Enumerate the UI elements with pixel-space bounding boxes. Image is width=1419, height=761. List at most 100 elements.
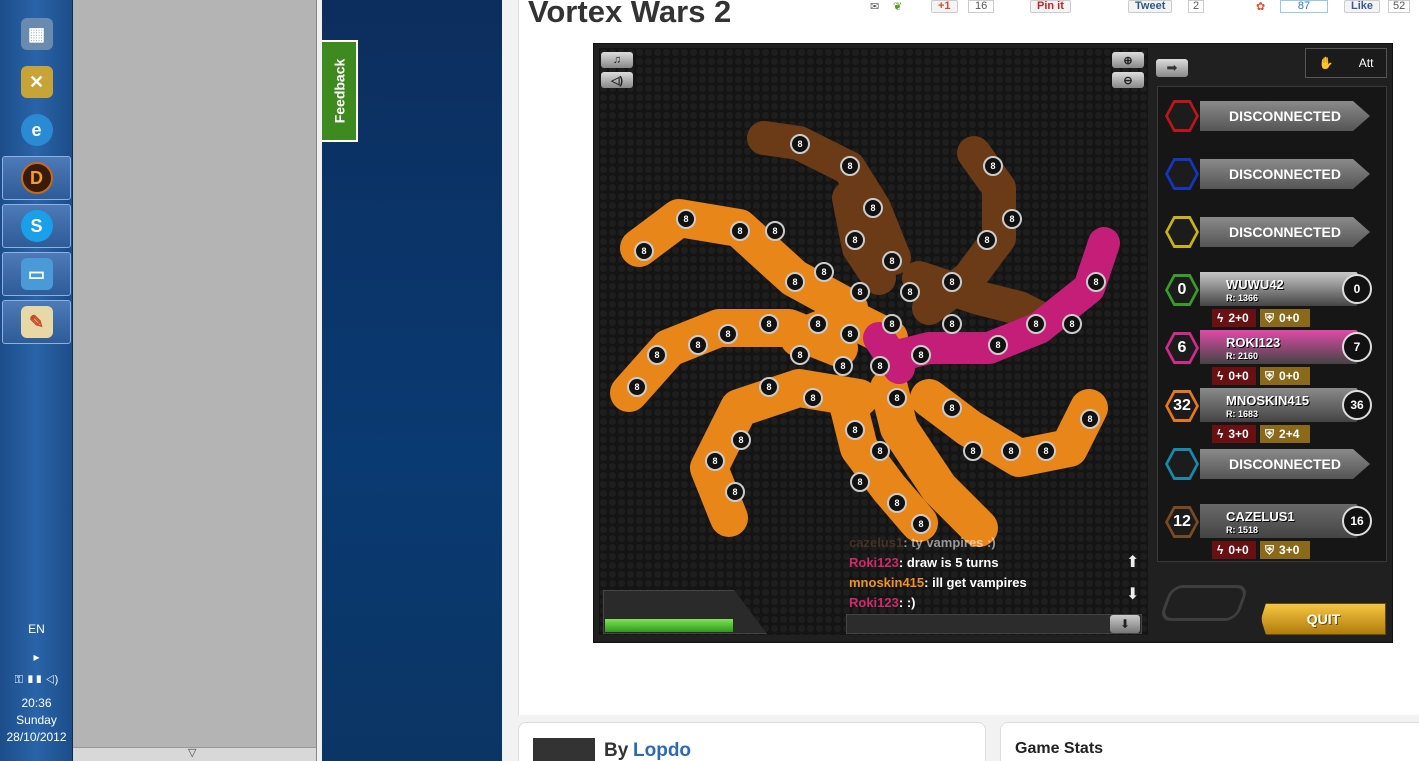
- player-name[interactable]: WUWU42: [1226, 277, 1284, 292]
- unit-token[interactable]: 8: [845, 420, 865, 440]
- favorite-icon[interactable]: ❦: [893, 0, 902, 13]
- clock-time[interactable]: 20:36: [0, 696, 73, 710]
- unit-token[interactable]: 8: [759, 377, 779, 397]
- unit-token[interactable]: 8: [627, 377, 647, 397]
- unit-token[interactable]: 8: [977, 230, 997, 250]
- territory-count: [1168, 219, 1196, 245]
- unit-token[interactable]: 8: [882, 251, 902, 271]
- unit-token[interactable]: 8: [963, 441, 983, 461]
- email-share-icon[interactable]: ✉: [870, 0, 879, 13]
- attack-value: 2+0: [1228, 311, 1249, 325]
- unit-token[interactable]: 8: [634, 241, 654, 261]
- panel-arrow-button[interactable]: ➡: [1156, 59, 1188, 77]
- territory-count: 6: [1168, 335, 1196, 361]
- unit-token[interactable]: 8: [942, 314, 962, 334]
- attack-stat: ϟ 0+0: [1212, 541, 1256, 559]
- unit-token[interactable]: 8: [988, 335, 1008, 355]
- zoom-out-icon[interactable]: ⊖: [1112, 72, 1144, 88]
- sound-toggle-icon[interactable]: ◁): [601, 72, 633, 88]
- diablo-icon[interactable]: D: [2, 156, 71, 200]
- unit-token[interactable]: 8: [911, 345, 931, 365]
- control-panel-icon[interactable]: ✕: [2, 60, 71, 104]
- player-name[interactable]: ROKI123: [1226, 335, 1280, 350]
- unit-token[interactable]: 8: [725, 482, 745, 502]
- territory-count: [1168, 103, 1196, 129]
- unit-token[interactable]: 8: [759, 314, 779, 334]
- unit-token[interactable]: 8: [718, 324, 738, 344]
- unit-token[interactable]: 8: [850, 282, 870, 302]
- stumbleupon-icon[interactable]: ✿: [1256, 0, 1265, 13]
- chevron-down-icon[interactable]: ▽: [188, 746, 196, 759]
- feedback-tab[interactable]: Feedback: [322, 40, 358, 142]
- attack-toggle-label: Att: [1358, 56, 1374, 70]
- unit-token[interactable]: 8: [882, 314, 902, 334]
- paint-icon[interactable]: ✎: [2, 300, 71, 344]
- unit-token[interactable]: 8: [1036, 441, 1056, 461]
- disconnected-slot-label: DISCONNECTED: [1200, 449, 1370, 479]
- unit-token[interactable]: 8: [803, 388, 823, 408]
- unit-token[interactable]: 8: [887, 493, 907, 513]
- internet-explorer-icon[interactable]: e: [2, 108, 71, 152]
- unit-token[interactable]: 8: [705, 451, 725, 471]
- unit-token[interactable]: 8: [840, 324, 860, 344]
- quit-button[interactable]: QUIT: [1261, 603, 1386, 635]
- unit-token[interactable]: 8: [833, 356, 853, 376]
- music-toggle-icon[interactable]: ♫: [601, 52, 633, 68]
- page-title: Vortex Wars 2: [528, 0, 732, 29]
- facebook-like-button[interactable]: Like: [1344, 0, 1381, 13]
- computer-icon[interactable]: ▦: [2, 12, 71, 56]
- unit-token[interactable]: 8: [911, 514, 931, 534]
- tray-icons[interactable]: ⚿ ▮▮ ◁): [0, 674, 73, 687]
- unit-token[interactable]: 8: [676, 209, 696, 229]
- game-stats-heading: Game Stats: [1015, 740, 1104, 757]
- remote-desktop-icon[interactable]: ▭: [2, 252, 71, 296]
- browser-sidebar: [73, 0, 316, 761]
- author-link[interactable]: Lopdo: [633, 740, 691, 761]
- unit-token[interactable]: 8: [1001, 441, 1021, 461]
- unit-token[interactable]: 8: [942, 398, 962, 418]
- unit-token[interactable]: 8: [1026, 314, 1046, 334]
- unit-token[interactable]: 8: [688, 335, 708, 355]
- unit-token[interactable]: 8: [1062, 314, 1082, 334]
- unit-token[interactable]: 8: [900, 282, 920, 302]
- unit-token[interactable]: 8: [790, 134, 810, 154]
- language-indicator[interactable]: EN: [0, 622, 73, 636]
- unit-token[interactable]: 8: [870, 356, 890, 376]
- unit-token[interactable]: 8: [840, 156, 860, 176]
- unit-token[interactable]: 8: [647, 345, 667, 365]
- unit-token[interactable]: 8: [814, 262, 834, 282]
- chat-input[interactable]: [846, 614, 1142, 634]
- unit-token[interactable]: 8: [765, 221, 785, 241]
- player-name[interactable]: CAZELUS1: [1226, 509, 1295, 524]
- unit-token[interactable]: 8: [808, 314, 828, 334]
- unit-token[interactable]: 8: [790, 345, 810, 365]
- sidebar-scroll-bar[interactable]: ▽: [73, 747, 316, 761]
- gplus-button[interactable]: +1: [931, 0, 958, 13]
- pinit-button[interactable]: Pin it: [1030, 0, 1071, 13]
- unit-token[interactable]: 8: [1080, 409, 1100, 429]
- unit-token[interactable]: 8: [1086, 272, 1106, 292]
- skype-icon[interactable]: S: [2, 204, 71, 248]
- unit-token[interactable]: 8: [785, 272, 805, 292]
- tweet-button[interactable]: Tweet: [1128, 0, 1173, 13]
- zoom-in-icon[interactable]: ⊕: [1112, 52, 1144, 68]
- attack-toggle[interactable]: ✋ Att: [1305, 48, 1387, 78]
- unit-token[interactable]: 8: [1002, 209, 1022, 229]
- player-rating: R: 1366: [1226, 293, 1259, 303]
- unit-token[interactable]: 8: [731, 430, 751, 450]
- chat-scroll-down-icon[interactable]: ⬇: [1126, 584, 1139, 604]
- unit-token[interactable]: 8: [730, 221, 750, 241]
- unit-token[interactable]: 8: [942, 272, 962, 292]
- unit-token[interactable]: 8: [845, 230, 865, 250]
- chat-scroll-up-icon[interactable]: ⬆: [1126, 552, 1139, 572]
- unit-token[interactable]: 8: [850, 472, 870, 492]
- defense-stat: ⛨ 3+0: [1260, 541, 1310, 559]
- unit-token[interactable]: 8: [863, 198, 883, 218]
- chat-send-icon[interactable]: ⬇: [1110, 615, 1140, 633]
- tray-expand-icon[interactable]: ▸: [0, 650, 73, 664]
- unit-token[interactable]: 8: [983, 156, 1003, 176]
- unit-token[interactable]: 8: [870, 441, 890, 461]
- unit-token[interactable]: 8: [887, 388, 907, 408]
- player-name[interactable]: MNOSKIN415: [1226, 393, 1309, 408]
- shield-icon: ⛨: [1265, 368, 1275, 383]
